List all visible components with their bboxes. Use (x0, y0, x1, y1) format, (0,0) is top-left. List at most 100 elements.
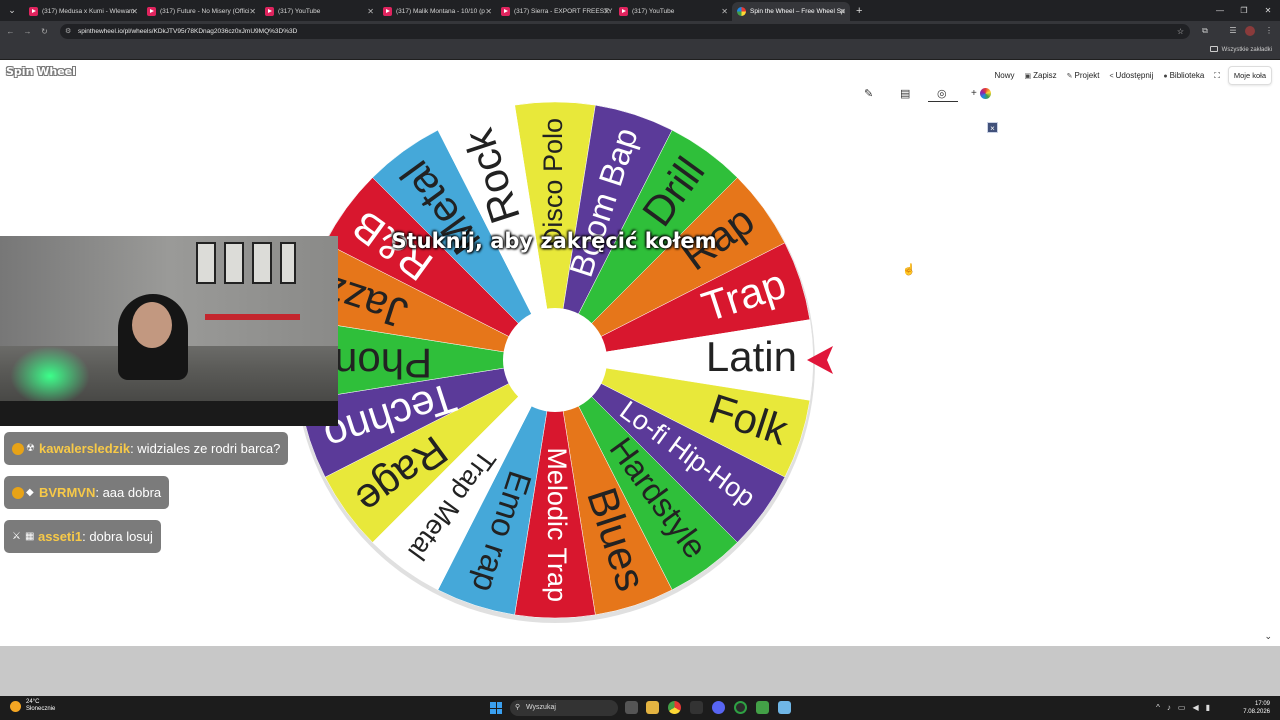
app-icon[interactable] (734, 701, 747, 714)
wheel-center[interactable] (503, 308, 607, 412)
browser-tab[interactable]: (317) YouTube ✕ (614, 2, 732, 21)
folder-icon (1209, 46, 1218, 53)
profile-avatar-icon[interactable] (1243, 21, 1257, 41)
menu-design[interactable]: ✎ Projekt (1067, 71, 1100, 80)
tap-to-spin-message[interactable]: Stuknij, aby zakręcić kołem (296, 229, 812, 253)
wheel-segment-label: Latin (706, 333, 797, 380)
microphone-icon[interactable]: ♪ (1167, 696, 1171, 720)
brush-icon: ✎ (1066, 73, 1073, 80)
close-tab-icon[interactable]: ✕ (485, 2, 492, 21)
youtube-icon (619, 7, 628, 16)
cam-poster (196, 242, 216, 284)
browser-tab-active[interactable]: Spin the Wheel – Free Wheel Sp ✕ (732, 2, 850, 21)
windows-start-icon[interactable] (490, 702, 502, 714)
stream-app-icon[interactable] (690, 701, 703, 714)
app-icon-2[interactable] (756, 701, 769, 714)
browser-tab[interactable]: (317) Sierra - EXPORT FREESTY ✕ (496, 2, 614, 21)
address-bar[interactable]: ⚙ spinthewheel.io/pl/wheels/KDkJTV95r78K… (60, 24, 1190, 39)
scroll-down-icon[interactable]: ⌄ (1264, 631, 1272, 642)
webcam-overlay (0, 236, 338, 426)
discord-icon[interactable] (712, 701, 725, 714)
tab-title: (317) Medusa x Kumi - Wlewam (42, 8, 135, 15)
weather-temp: 24°C (26, 699, 40, 705)
menu-library[interactable]: ● Biblioteka (1163, 71, 1204, 80)
forward-icon[interactable]: → (21, 27, 34, 36)
browser-tab[interactable]: (317) Future - No Misery (Offici ✕ (142, 2, 260, 21)
tab-search-icon[interactable]: ⌄ (0, 0, 24, 21)
clipboard-icon[interactable]: ▤ (900, 85, 910, 103)
browser-tab[interactable]: (317) Malik Montana - 10/10 (p ✕ (378, 2, 496, 21)
bookmark-star-icon[interactable]: ☆ (1177, 24, 1184, 39)
youtube-icon (501, 7, 510, 16)
network-icon[interactable]: ▭ (1178, 696, 1186, 720)
window-controls: — ❐ ✕ (1208, 0, 1280, 21)
add-label: + (971, 88, 977, 99)
task-view-icon[interactable] (625, 701, 638, 714)
menu-save-label: Zapisz (1033, 71, 1057, 80)
all-bookmarks[interactable]: Wszystkie zakładki (1209, 41, 1272, 60)
all-bookmarks-label: Wszystkie zakładki (1221, 47, 1272, 53)
sun-icon (10, 700, 21, 712)
menu-new-label: Nowy (994, 71, 1015, 80)
menu-save[interactable]: ▣ Zapisz (1024, 71, 1056, 80)
back-icon[interactable]: ← (4, 27, 17, 36)
taskbar-search[interactable]: ⚲ Wyszukaj (510, 700, 618, 716)
maximize-icon[interactable]: ❐ (1232, 0, 1256, 21)
menu-new[interactable]: Nowy (994, 71, 1014, 80)
menu-design-label: Projekt (1074, 71, 1100, 80)
browser-tab[interactable]: (317) Medusa x Kumi - Wlewam ✕ (24, 2, 142, 21)
close-tab-icon[interactable]: ✕ (839, 2, 846, 21)
radiation-icon: ☢ (26, 443, 35, 454)
tab-title: (317) YouTube (632, 8, 675, 15)
extensions-icon[interactable]: ⧉ (1198, 21, 1212, 41)
youtube-icon (147, 7, 156, 16)
chat-message: ◆ BVRMVN: aaa dobra (4, 476, 170, 509)
minimize-icon[interactable]: — (1208, 0, 1232, 21)
app-icon-3[interactable] (778, 701, 791, 714)
youtube-icon (265, 7, 274, 16)
site-info-icon[interactable]: ⚙ (65, 24, 71, 39)
edit-icon[interactable]: ✎ (864, 85, 873, 103)
brand-logo[interactable]: Spin Wheel (6, 65, 76, 78)
my-wheels-button[interactable]: Moje koła (1227, 66, 1272, 85)
youtube-icon (29, 7, 38, 16)
chrome-icon[interactable] (668, 701, 681, 714)
add-color-icon (979, 87, 991, 99)
youtube-icon (383, 7, 392, 16)
clock-date: 7.08.2026 (1243, 709, 1270, 715)
browser-tab[interactable]: (317) YouTube ✕ (260, 2, 378, 21)
chat-username: BVRMVN (39, 485, 96, 500)
hand-cursor-icon: ☝ (902, 264, 916, 276)
menu-share[interactable]: < Udostępnij (1109, 71, 1153, 80)
chat-text: dobra losuj (89, 529, 153, 544)
weather-widget[interactable]: 24°C Słonecznie (10, 699, 55, 713)
game-icon: ▦ (25, 531, 35, 542)
volume-icon[interactable]: ◀ (1192, 696, 1198, 720)
close-tab-icon[interactable]: ✕ (367, 2, 374, 21)
window-close-icon[interactable]: ✕ (1256, 0, 1280, 21)
reload-icon[interactable]: ↻ (38, 27, 51, 36)
clock[interactable]: 17:09 7.08.2026 (1243, 700, 1270, 716)
file-explorer-icon[interactable] (646, 701, 659, 714)
battery-icon[interactable]: ▮ (1206, 696, 1210, 720)
tab-title: (317) Sierra - EXPORT FREESTY (514, 8, 613, 15)
media-icon[interactable]: ☰ (1226, 21, 1240, 41)
cam-shelf (205, 314, 300, 320)
taskbar: 24°C Słonecznie ⚲ Wyszukaj ^ ♪ ▭ ◀ ▮ 17:09… (0, 696, 1280, 720)
add-color-button[interactable]: + (971, 85, 991, 103)
tray-expand-icon[interactable]: ^ (1156, 696, 1160, 720)
close-tab-icon[interactable]: ✕ (721, 2, 728, 21)
menu-dots-icon[interactable]: ⋮ (1262, 21, 1276, 41)
close-tab-icon[interactable]: ✕ (131, 2, 138, 21)
close-tab-icon[interactable]: ✕ (603, 2, 610, 21)
new-tab-icon[interactable]: + (856, 5, 862, 17)
chat-text: widziales ze rodri barca? (137, 441, 281, 456)
fullscreen-icon[interactable]: ⛶ (1214, 71, 1220, 81)
cam-poster (252, 242, 272, 284)
close-tab-icon[interactable]: ✕ (249, 2, 256, 21)
chat-message: ☢ kawalersledzik: widziales ze rodri bar… (4, 432, 289, 465)
url-text: spinthewheel.io/pl/wheels/KDkJTV95r78KDn… (78, 28, 298, 35)
cam-light (10, 346, 90, 406)
close-panel-button[interactable]: × (987, 122, 998, 133)
active-tool-underline (928, 101, 958, 102)
